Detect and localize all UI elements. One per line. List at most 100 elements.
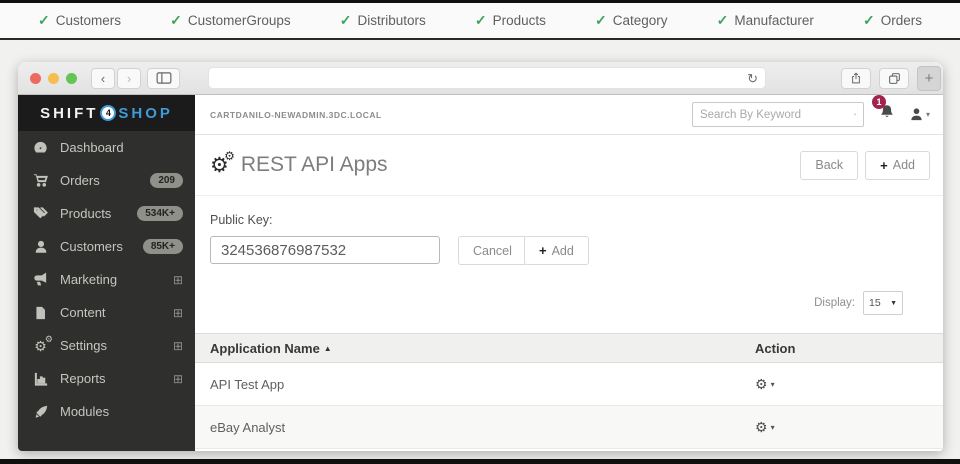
sort-ascending-icon: ▲: [324, 344, 332, 353]
keyword-search[interactable]: [692, 102, 864, 127]
plus-icon: +: [539, 243, 547, 258]
sidebar-toggle-icon: [156, 72, 172, 84]
add-app-button[interactable]: + Add: [865, 151, 930, 180]
logo-four-icon: 4: [100, 105, 116, 121]
page-title-row: ⚙ ⚙ REST API Apps Back + Add: [195, 135, 943, 196]
search-input[interactable]: [700, 109, 854, 121]
tabs-overview-button[interactable]: [879, 68, 909, 89]
main-content: CARTDANILO-NEWADMIN.3DC.LOCAL: [195, 95, 943, 451]
sidebar-item-products[interactable]: Products 534K+: [18, 197, 195, 230]
gears-icon: ⚙ ⚙: [210, 155, 229, 176]
products-count-badge: 534K+: [137, 206, 183, 221]
sidebar-item-modules[interactable]: Modules: [18, 395, 195, 428]
chevron-down-icon: ▾: [771, 423, 775, 432]
api-apps-table: Application Name ▲ Action API Test App ⚙…: [195, 333, 943, 449]
expand-icon[interactable]: ⊞: [173, 273, 183, 287]
check-icon: ✓: [863, 12, 875, 29]
browser-right-buttons: +: [841, 66, 935, 91]
sidebar-item-settings[interactable]: ⚙ ⚙ Settings ⊞: [18, 329, 195, 362]
reload-icon[interactable]: ↻: [747, 72, 758, 85]
sidebar-toggle-button[interactable]: [147, 68, 180, 89]
plus-icon: +: [880, 158, 888, 173]
user-icon: [32, 240, 49, 254]
maximize-window-button[interactable]: [66, 73, 77, 84]
cancel-button[interactable]: Cancel: [458, 236, 527, 265]
notifications-button[interactable]: 1: [879, 104, 895, 125]
share-button[interactable]: [841, 68, 871, 89]
window-controls: [30, 73, 77, 84]
tabs-icon: [888, 72, 901, 85]
cart-icon: [32, 173, 49, 188]
bar-chart-icon: [32, 372, 49, 386]
admin-header-bar: CARTDANILO-NEWADMIN.3DC.LOCAL: [195, 95, 943, 135]
minimize-window-button[interactable]: [48, 73, 59, 84]
page-title: REST API Apps: [241, 153, 388, 177]
action-cell: ⚙ ▾: [755, 419, 943, 436]
chevron-down-icon: ▾: [926, 110, 930, 119]
user-avatar-icon: [909, 107, 924, 122]
back-button[interactable]: Back: [800, 151, 858, 180]
table-row: API Test App ⚙ ▾: [195, 363, 943, 406]
sidebar-item-orders[interactable]: Orders 209: [18, 164, 195, 197]
search-icon[interactable]: [854, 108, 856, 121]
add-button-label: Add: [552, 244, 574, 258]
check-icon: ✓: [595, 12, 607, 29]
status-item-label: Distributors: [357, 13, 425, 28]
check-icon: ✓: [475, 12, 487, 29]
public-key-input[interactable]: [210, 236, 440, 264]
public-key-label: Public Key:: [210, 213, 273, 227]
browser-nav-buttons: ‹ ›: [91, 68, 141, 89]
sidebar-item-marketing[interactable]: Marketing ⊞: [18, 263, 195, 296]
sidebar-item-label: Modules: [60, 404, 109, 419]
browser-window: ‹ › ↻: [18, 62, 943, 451]
sidebar-item-label: Dashboard: [60, 140, 124, 155]
display-page-size-row: Display: 15 ▼: [814, 291, 903, 315]
browser-toolbar: ‹ › ↻: [18, 62, 943, 95]
sidebar: SHIFT 4 SHOP Dashboard Orders 209: [18, 95, 195, 451]
url-input[interactable]: [216, 72, 747, 84]
account-menu-button[interactable]: ▾: [909, 107, 930, 122]
chevron-down-icon: ▾: [771, 380, 775, 389]
browser-forward-button[interactable]: ›: [117, 68, 141, 89]
shift4shop-logo[interactable]: SHIFT 4 SHOP: [18, 95, 195, 131]
status-item-distributors: ✓ Distributors: [340, 12, 426, 29]
confirm-add-button[interactable]: + Add: [524, 236, 589, 265]
expand-icon[interactable]: ⊞: [173, 372, 183, 386]
display-label: Display:: [814, 297, 855, 309]
sidebar-item-dashboard[interactable]: Dashboard: [18, 131, 195, 164]
sidebar-item-label: Products: [60, 206, 111, 221]
status-item-label: Orders: [881, 13, 922, 28]
row-actions-menu-button[interactable]: ⚙ ▾: [755, 376, 775, 393]
rocket-icon: [32, 405, 49, 419]
notification-count-badge: 1: [872, 95, 886, 109]
status-item-products: ✓ Products: [475, 12, 546, 29]
sidebar-item-label: Settings: [60, 338, 107, 353]
check-icon: ✓: [340, 12, 352, 29]
sidebar-item-customers[interactable]: Customers 85K+: [18, 230, 195, 263]
new-tab-button[interactable]: +: [917, 66, 941, 91]
select-caret-icon: ▼: [890, 300, 897, 307]
dashboard-icon: [32, 140, 49, 155]
table-row: eBay Analyst ⚙ ▾: [195, 406, 943, 449]
logo-text-shop: SHOP: [118, 105, 173, 122]
store-domain: CARTDANILO-NEWADMIN.3DC.LOCAL: [210, 110, 382, 120]
expand-icon[interactable]: ⊞: [173, 339, 183, 353]
row-actions-menu-button[interactable]: ⚙ ▾: [755, 419, 775, 436]
orders-count-badge: 209: [150, 173, 183, 188]
application-name-header[interactable]: Application Name ▲: [195, 341, 755, 356]
sidebar-item-reports[interactable]: Reports ⊞: [18, 362, 195, 395]
megaphone-icon: [32, 272, 49, 287]
close-window-button[interactable]: [30, 73, 41, 84]
tags-icon: [32, 206, 49, 221]
expand-icon[interactable]: ⊞: [173, 306, 183, 320]
application-name-header-label: Application Name: [210, 341, 320, 356]
gear-glyph-small: ⚙: [45, 335, 53, 344]
page-size-select[interactable]: 15 ▼: [863, 291, 903, 315]
browser-back-button[interactable]: ‹: [91, 68, 115, 89]
status-item-label: CustomerGroups: [188, 13, 291, 28]
status-item-customers: ✓ Customers: [38, 12, 121, 29]
sidebar-item-content[interactable]: Content ⊞: [18, 296, 195, 329]
customers-count-badge: 85K+: [143, 239, 183, 254]
status-item-label: Products: [493, 13, 546, 28]
url-bar[interactable]: ↻: [208, 67, 766, 89]
